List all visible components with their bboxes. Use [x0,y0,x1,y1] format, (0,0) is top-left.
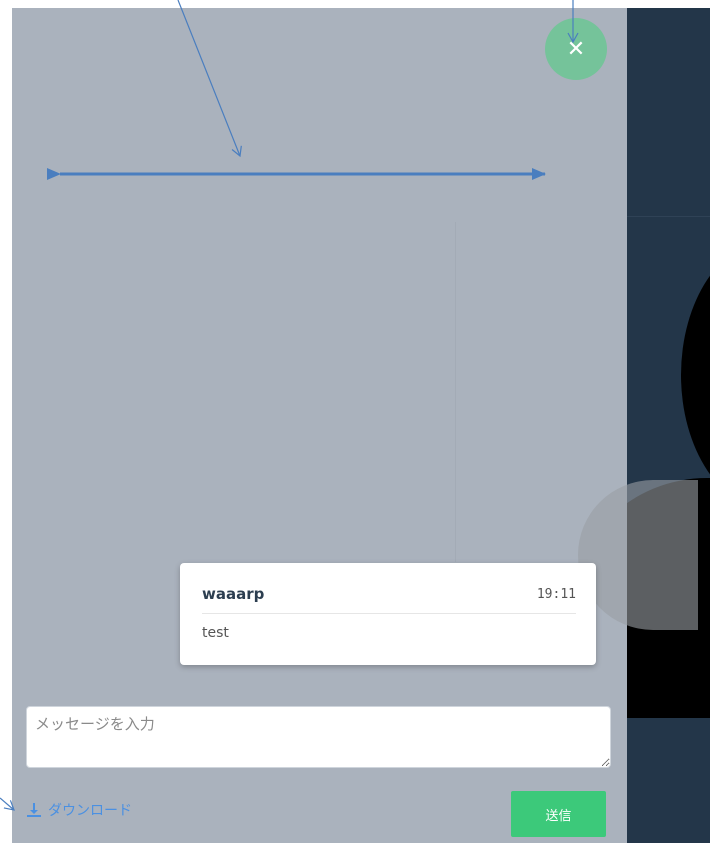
video-panel [627,8,710,843]
download-link[interactable]: ダウンロード [26,800,132,820]
close-icon: ✕ [566,36,586,62]
message-divider [202,613,576,614]
message-text: test [202,625,229,641]
download-label: ダウンロード [48,803,132,819]
message-author: waaarp [202,585,265,603]
close-button[interactable]: ✕ [545,18,607,80]
send-button[interactable]: 送信 [511,791,606,837]
message-input[interactable] [26,706,611,768]
message-time: 19:11 [536,587,576,602]
panel-divider-line [455,222,456,562]
chat-message: waaarp 19:11 test [180,563,596,665]
video-panel-divider [627,216,710,217]
avatar-head-silhouette [681,240,710,510]
download-icon [27,803,41,817]
